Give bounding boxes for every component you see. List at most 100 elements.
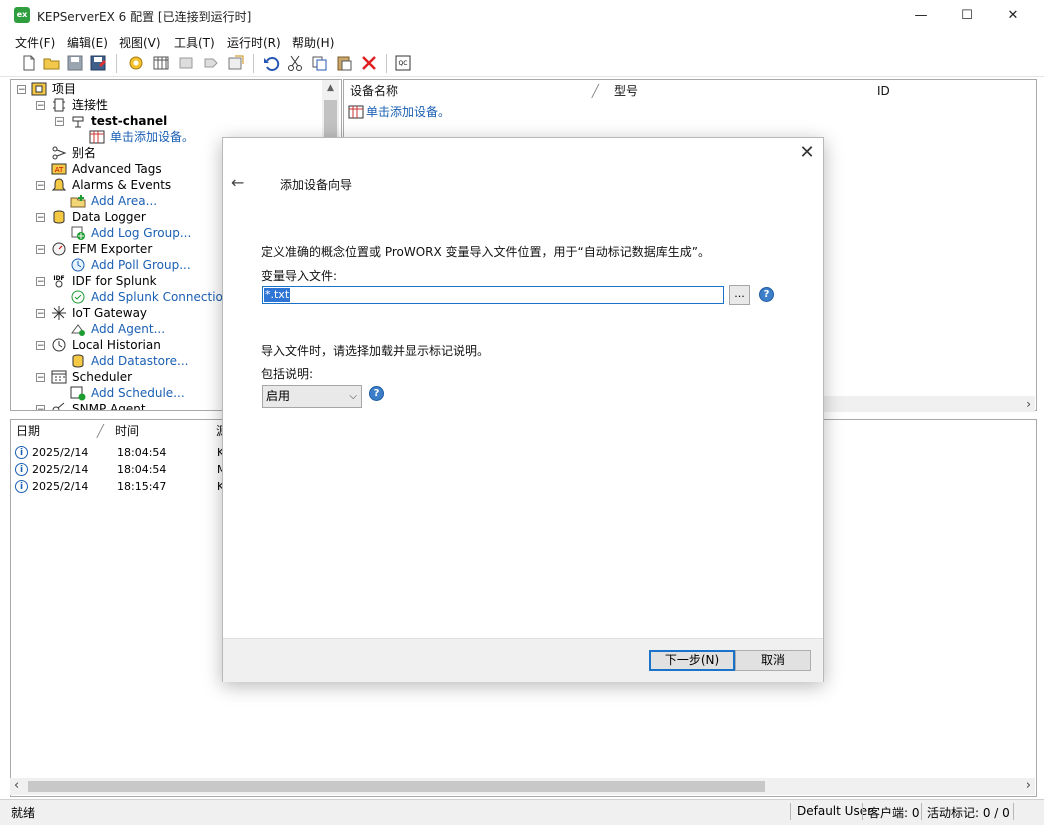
collapse-icon[interactable]: − bbox=[36, 101, 45, 111]
column-header-device-name[interactable]: 设备名称 ╱ bbox=[350, 80, 605, 102]
tree-item-connectivity[interactable]: − 连接性 bbox=[11, 97, 331, 113]
help-icon[interactable]: ? bbox=[369, 386, 384, 401]
open-folder-icon[interactable] bbox=[43, 54, 61, 72]
cut-icon[interactable] bbox=[286, 54, 304, 72]
collapse-icon[interactable]: − bbox=[36, 213, 45, 223]
bell-icon bbox=[51, 178, 67, 191]
add-connection-icon bbox=[71, 290, 85, 304]
status-user: Default User bbox=[797, 804, 873, 818]
save-icon[interactable] bbox=[66, 54, 84, 72]
collapse-icon[interactable]: − bbox=[17, 85, 26, 95]
new-file-icon[interactable] bbox=[20, 54, 38, 72]
tree-item-label: Add Log Group... bbox=[91, 226, 192, 240]
channel-icon bbox=[72, 116, 84, 128]
collapse-icon[interactable]: − bbox=[36, 341, 45, 351]
column-header-model[interactable]: 型号 bbox=[614, 80, 869, 102]
tree-item-label: SNMP Agent bbox=[72, 402, 146, 411]
new-channel-icon[interactable] bbox=[127, 54, 145, 72]
tree-item-label: Add Schedule... bbox=[91, 386, 185, 400]
new-device-icon[interactable] bbox=[152, 54, 170, 72]
tree-item-label: Advanced Tags bbox=[72, 162, 162, 176]
log-scrollbar[interactable]: ‹ › bbox=[10, 778, 1035, 795]
undo-icon[interactable] bbox=[262, 54, 280, 72]
copy-icon[interactable] bbox=[310, 54, 328, 72]
close-button[interactable]: ✕ bbox=[990, 0, 1036, 31]
collapse-icon[interactable]: − bbox=[36, 405, 45, 410]
log-date: 2025/2/14 bbox=[32, 463, 89, 476]
quick-client-icon[interactable]: QC bbox=[394, 54, 412, 72]
project-icon bbox=[31, 82, 47, 96]
window-title: KEPServerEX 6 配置 [已连接到运行时] bbox=[37, 10, 252, 24]
scroll-right-icon[interactable]: › bbox=[1026, 778, 1031, 794]
collapse-icon[interactable]: − bbox=[55, 117, 64, 127]
add-schedule-icon bbox=[70, 386, 86, 401]
add-log-group-icon bbox=[71, 226, 85, 240]
list-item-label: 单击添加设备。 bbox=[366, 105, 451, 119]
tree-item-label: Scheduler bbox=[72, 370, 133, 384]
tree-root[interactable]: − 项目 bbox=[11, 81, 331, 97]
next-button[interactable]: 下一步(N) bbox=[649, 650, 735, 671]
menu-help[interactable]: 帮助(H) bbox=[292, 34, 334, 51]
tree-item-label: 单击添加设备。 bbox=[110, 130, 195, 144]
menu-view[interactable]: 视图(V) bbox=[119, 34, 161, 51]
log-time: 18:04:54 bbox=[117, 463, 167, 476]
column-header-time[interactable]: 时间 bbox=[115, 420, 210, 442]
cancel-button[interactable]: 取消 bbox=[735, 650, 811, 671]
scroll-left-icon[interactable]: ‹ bbox=[14, 778, 19, 794]
new-tag-icon[interactable] bbox=[202, 54, 220, 72]
save-as-icon[interactable] bbox=[89, 54, 107, 72]
status-text: 就绪 bbox=[11, 806, 36, 820]
scroll-right-icon[interactable]: › bbox=[1026, 396, 1031, 412]
bulk-tags-icon[interactable] bbox=[227, 54, 245, 72]
toolbar-separator bbox=[116, 54, 117, 73]
import-file-input[interactable]: *.txt bbox=[262, 286, 724, 304]
menu-edit[interactable]: 编辑(E) bbox=[67, 34, 108, 51]
svg-text:AT: AT bbox=[55, 166, 64, 174]
include-descriptions-select[interactable]: 启用 ⌵ bbox=[262, 385, 362, 408]
menu-tools[interactable]: 工具(T) bbox=[174, 34, 215, 51]
back-arrow-icon[interactable]: ← bbox=[231, 174, 249, 192]
menu-runtime[interactable]: 运行时(R) bbox=[227, 34, 281, 51]
status-active-tags: 活动标记: 0 / 0 bbox=[927, 806, 1010, 820]
log-time: 18:04:54 bbox=[117, 446, 167, 459]
status-bar: 就绪 Default User 客户端: 0 活动标记: 0 / 0 bbox=[0, 799, 1044, 825]
tree-item-label: Add Datastore... bbox=[91, 354, 189, 368]
browse-button[interactable]: ... bbox=[729, 285, 750, 305]
maximize-button[interactable]: ☐ bbox=[944, 0, 990, 31]
database-icon bbox=[53, 210, 65, 224]
collapse-icon[interactable]: − bbox=[36, 277, 45, 287]
tree-item-label: Add Area... bbox=[91, 194, 158, 208]
menu-file[interactable]: 文件(F) bbox=[15, 34, 55, 51]
import-file-value: *.txt bbox=[264, 288, 291, 302]
tree-item-label: EFM Exporter bbox=[72, 242, 153, 256]
dialog-close-button[interactable]: ✕ bbox=[798, 144, 816, 162]
include-label: 包括说明: bbox=[261, 367, 314, 381]
log-date: 2025/2/14 bbox=[32, 480, 89, 493]
delete-icon[interactable] bbox=[360, 54, 378, 72]
paste-icon[interactable] bbox=[335, 54, 353, 72]
svg-text:QC: QC bbox=[399, 60, 408, 67]
collapse-icon[interactable]: − bbox=[36, 181, 45, 191]
info-icon: i bbox=[15, 480, 28, 493]
toolbar-separator bbox=[386, 54, 387, 73]
advanced-tags-icon: AT bbox=[51, 163, 67, 175]
minimize-button[interactable]: — bbox=[898, 0, 944, 31]
column-header-id[interactable]: ID bbox=[877, 80, 1027, 102]
collapse-icon[interactable]: − bbox=[36, 245, 45, 255]
sort-icon: ╱ bbox=[96, 424, 104, 438]
new-group-icon[interactable] bbox=[177, 54, 195, 72]
status-separator bbox=[790, 803, 791, 820]
list-item-add-device[interactable]: 单击添加设备。 bbox=[348, 104, 648, 120]
collapse-icon[interactable]: − bbox=[36, 373, 45, 383]
column-header-date[interactable]: 日期 ╱ bbox=[16, 420, 106, 442]
tree-item-label: IDF for Splunk bbox=[72, 274, 157, 288]
collapse-icon[interactable]: − bbox=[36, 309, 45, 319]
help-icon[interactable]: ? bbox=[759, 287, 774, 302]
tree-item-channel[interactable]: − test-chanel bbox=[11, 113, 331, 129]
menu-bar: 文件(F) 编辑(E) 视图(V) 工具(T) 运行时(R) 帮助(H) bbox=[0, 31, 1044, 51]
scroll-thumb[interactable] bbox=[28, 781, 765, 792]
title-bar: ex KEPServerEX 6 配置 [已连接到运行时] — ☐ ✕ bbox=[0, 0, 1044, 31]
tree-item-label: IoT Gateway bbox=[72, 306, 148, 320]
tree-item-label: Data Logger bbox=[72, 210, 146, 224]
scroll-up-icon[interactable]: ▲ bbox=[322, 80, 339, 97]
